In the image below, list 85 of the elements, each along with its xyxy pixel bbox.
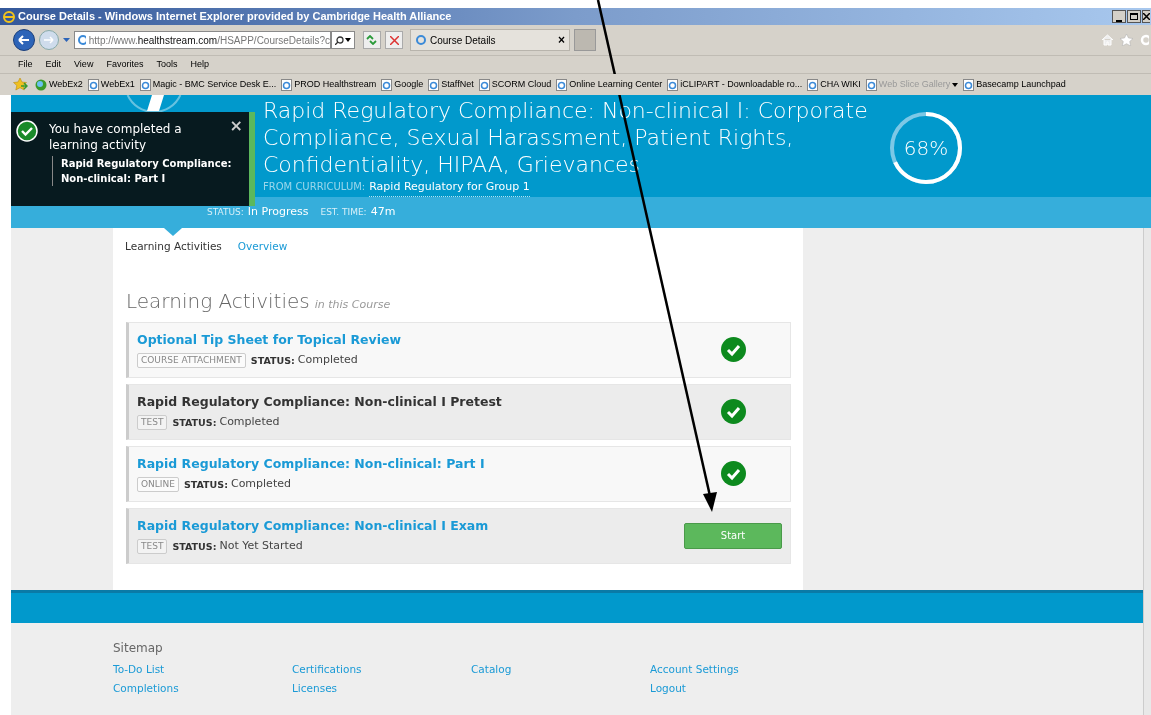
status-value: In Progress bbox=[247, 204, 309, 221]
menu-item[interactable]: Favorites bbox=[106, 57, 144, 72]
favorites-link[interactable]: Google bbox=[381, 77, 424, 92]
toast-close-button[interactable]: × bbox=[229, 114, 243, 138]
tab[interactable]: Learning Activities bbox=[125, 239, 222, 255]
page-icon bbox=[667, 78, 679, 91]
favorites-link[interactable]: WebEx2 bbox=[35, 77, 83, 92]
page-icon bbox=[139, 78, 151, 91]
menu-item[interactable]: Edit bbox=[45, 57, 62, 72]
address-field[interactable]: http://www.healthstream.com/HSAPP/CourseDetails?c bbox=[74, 31, 331, 49]
page-icon bbox=[77, 34, 86, 46]
menu-item[interactable]: Tools bbox=[156, 57, 178, 72]
page-icon bbox=[865, 78, 877, 91]
stop-icon bbox=[389, 35, 399, 45]
globe-icon bbox=[35, 78, 47, 91]
back-arrow-icon bbox=[18, 35, 30, 45]
page-icon bbox=[415, 34, 427, 46]
maximize-icon bbox=[1130, 13, 1138, 20]
favorites-link[interactable]: SCORM Cloud bbox=[478, 77, 552, 92]
activity-title: Rapid Regulatory Compliance: Non-clinical I Pretest bbox=[137, 392, 502, 411]
back-button[interactable] bbox=[13, 29, 35, 51]
status-value: Completed bbox=[297, 352, 358, 369]
time-value: 47m bbox=[370, 204, 396, 221]
tab-title: Course Details bbox=[430, 33, 496, 48]
favorites-link[interactable]: Basecamp Launchpad bbox=[963, 77, 1066, 92]
toast-activity: Rapid Regulatory Compliance: Non-clinical: Part I bbox=[52, 156, 242, 186]
tab-close-button[interactable]: × bbox=[558, 34, 565, 46]
activity-type-tag: TEST bbox=[137, 414, 168, 431]
page-icon bbox=[281, 78, 293, 91]
browser-logo-icon bbox=[2, 9, 16, 24]
close-icon bbox=[1143, 13, 1150, 20]
page-icon bbox=[87, 78, 99, 91]
minimize-button[interactable] bbox=[1112, 10, 1126, 23]
stop-button[interactable] bbox=[385, 31, 403, 49]
status-label: STATUS: bbox=[172, 415, 217, 430]
page-icon bbox=[556, 78, 568, 91]
refresh-button[interactable] bbox=[363, 31, 381, 49]
search-icon bbox=[335, 35, 344, 45]
page-icon bbox=[478, 78, 490, 91]
menu-item[interactable]: View bbox=[74, 57, 94, 72]
dropdown-caret-icon[interactable] bbox=[63, 38, 70, 42]
status-value: Not Yet Started bbox=[219, 538, 303, 555]
star-icon[interactable] bbox=[1120, 34, 1133, 46]
menu-item[interactable]: File bbox=[18, 57, 33, 72]
refresh-arrows-icon bbox=[366, 35, 378, 45]
browser-tab[interactable]: Course Details × bbox=[410, 29, 570, 51]
time-label: EST. TIME: bbox=[320, 205, 367, 219]
favorites-link[interactable]: PROD Healthstream bbox=[281, 77, 377, 92]
status-label: STATUS: bbox=[183, 477, 228, 492]
toast-message: You have completed a learning activity bbox=[49, 121, 183, 153]
minimize-icon bbox=[1116, 20, 1122, 22]
page-icon bbox=[807, 78, 819, 91]
favorites-link[interactable]: Magic - BMC Service Desk E... bbox=[139, 77, 277, 92]
status-label: STATUS: bbox=[172, 539, 217, 554]
status-value: Completed bbox=[219, 414, 280, 431]
status-value: Completed bbox=[230, 476, 291, 493]
search-button[interactable] bbox=[331, 31, 355, 49]
favorites-link[interactable]: WebEx1 bbox=[87, 77, 135, 92]
favorites-link[interactable]: CHA WIKI bbox=[807, 77, 861, 92]
activity-type-tag: COURSE ATTACHMENT bbox=[137, 352, 246, 369]
close-button[interactable] bbox=[1142, 10, 1150, 23]
maximize-button[interactable] bbox=[1127, 10, 1141, 23]
activity-type-tag: TEST bbox=[137, 538, 168, 555]
favorites-link[interactable]: iCLIPART - Downloadable ro... bbox=[667, 77, 803, 92]
favorites-link[interactable]: Online Learning Center bbox=[556, 77, 663, 92]
favorites-star-icon[interactable] bbox=[13, 78, 28, 91]
page-icon bbox=[381, 78, 393, 91]
sitemap-title: Sitemap bbox=[113, 640, 164, 657]
page-icon bbox=[963, 78, 975, 91]
curriculum-label: FROM CURRICULUM: bbox=[263, 180, 366, 194]
status-label: STATUS: bbox=[250, 353, 295, 368]
favorites-link[interactable]: StaffNet bbox=[428, 77, 474, 92]
window-title: Course Details - Windows Internet Explorer provided by Cambridge Health Alliance bbox=[18, 9, 452, 25]
section-title: Learning Activities bbox=[126, 287, 310, 315]
forward-arrow-icon bbox=[44, 36, 54, 44]
section-subtitle: in this Course bbox=[314, 296, 391, 313]
status-label: STATUS: bbox=[207, 205, 244, 219]
caret-icon bbox=[345, 38, 351, 42]
scrollbar[interactable] bbox=[1143, 228, 1151, 715]
page-icon bbox=[428, 78, 440, 91]
activity-type-tag: ONLINE bbox=[137, 476, 179, 493]
check-icon bbox=[16, 120, 38, 142]
caret-icon bbox=[952, 82, 959, 87]
menu-item[interactable]: Help bbox=[190, 57, 209, 72]
progress-reading: 68% bbox=[902, 135, 950, 162]
